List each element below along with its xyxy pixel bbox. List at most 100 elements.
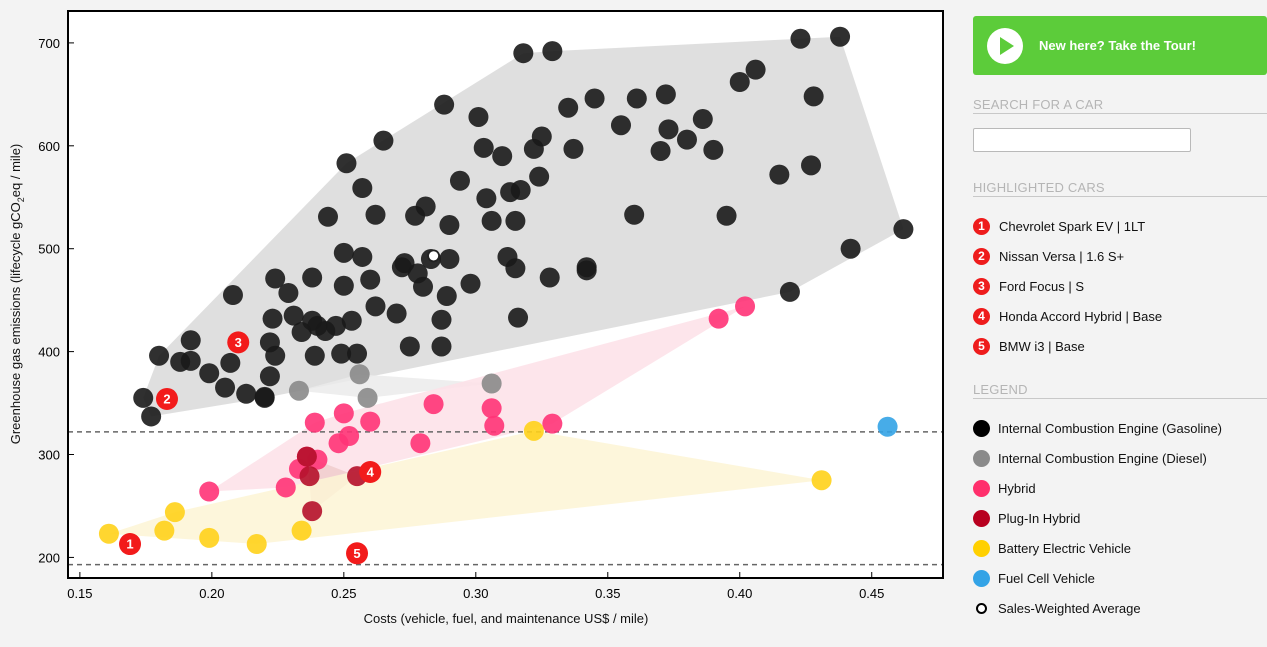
data-point[interactable] [531,126,552,147]
data-point[interactable] [399,336,420,357]
data-point[interactable] [360,269,381,290]
data-point[interactable] [180,330,201,351]
data-point[interactable] [333,242,354,263]
data-point[interactable] [365,204,386,225]
data-point[interactable] [352,177,373,198]
data-point[interactable] [584,88,605,109]
data-point[interactable] [341,310,362,331]
data-point[interactable] [610,115,631,136]
data-point[interactable] [481,398,502,419]
data-point[interactable] [259,366,280,387]
data-point[interactable] [333,403,354,424]
data-point[interactable] [365,296,386,317]
data-point[interactable] [133,387,154,408]
data-point[interactable] [542,413,563,434]
data-point[interactable] [703,139,724,160]
data-point[interactable] [529,166,550,187]
data-point[interactable] [304,345,325,366]
search-car-input[interactable] [973,128,1191,152]
data-point[interactable] [317,206,338,227]
data-point[interactable] [347,343,368,364]
data-point[interactable] [357,387,378,408]
data-point[interactable] [415,196,436,217]
highlighted-point[interactable]: 5 [346,542,369,565]
data-point[interactable] [655,84,676,105]
data-point[interactable] [423,394,444,415]
data-point[interactable] [436,286,457,307]
data-point[interactable] [199,481,220,502]
data-point[interactable] [473,137,494,158]
data-point[interactable] [735,296,756,317]
data-point[interactable] [716,205,737,226]
data-point[interactable] [877,416,898,437]
data-point[interactable] [523,420,544,441]
data-point[interactable] [508,307,529,328]
data-point[interactable] [434,94,455,115]
data-point[interactable] [154,520,175,541]
data-point[interactable] [484,415,505,436]
data-point[interactable] [215,377,236,398]
data-point[interactable] [98,523,119,544]
data-point[interactable] [626,88,647,109]
data-point[interactable] [164,502,185,523]
legend-item[interactable]: Internal Combustion Engine (Gasoline) [973,413,1222,443]
data-point[interactable] [481,373,502,394]
data-point[interactable] [339,425,360,446]
data-point[interactable] [254,387,275,408]
data-point[interactable] [141,406,162,427]
data-point[interactable] [333,275,354,296]
data-point[interactable] [199,527,220,548]
data-point[interactable] [410,433,431,454]
data-point[interactable] [830,26,851,47]
data-point[interactable] [220,352,241,373]
data-point[interactable] [288,380,309,401]
data-point[interactable] [180,350,201,371]
data-point[interactable] [729,72,750,93]
data-point[interactable] [513,43,534,64]
highlighted-point[interactable]: 2 [155,387,178,410]
data-point[interactable] [692,109,713,130]
data-point[interactable] [349,364,370,385]
data-point[interactable] [542,41,563,62]
data-point[interactable] [199,363,220,384]
legend-item[interactable]: Internal Combustion Engine (Diesel) [973,443,1222,473]
data-point[interactable] [468,106,489,127]
data-point[interactable] [386,303,407,324]
data-point[interactable] [278,282,299,303]
data-point[interactable] [803,86,824,107]
data-point[interactable] [624,204,645,225]
data-point[interactable] [563,138,584,159]
data-point[interactable] [745,59,766,80]
legend-item[interactable]: Fuel Cell Vehicle [973,563,1222,593]
data-point[interactable] [769,164,790,185]
data-point[interactable] [296,446,317,467]
data-point[interactable] [299,466,320,487]
data-point[interactable] [291,520,312,541]
take-tour-button[interactable]: New here? Take the Tour! [973,16,1267,75]
legend-item[interactable]: Battery Electric Vehicle [973,533,1222,563]
data-point[interactable] [658,119,679,140]
highlighted-car-item[interactable]: 2 Nissan Versa | 1.6 S+ [973,241,1162,271]
highlighted-car-item[interactable]: 3 Ford Focus | S [973,271,1162,301]
data-point[interactable] [576,260,597,281]
data-point[interactable] [431,336,452,357]
data-point[interactable] [676,129,697,150]
data-point[interactable] [439,248,460,269]
highlighted-point[interactable]: 3 [227,331,250,354]
data-point[interactable] [510,180,531,201]
highlighted-car-item[interactable]: 1 Chevrolet Spark EV | 1LT [973,211,1162,241]
data-point[interactable] [492,146,513,167]
data-point[interactable] [449,170,470,191]
data-point[interactable] [304,412,325,433]
data-point[interactable] [431,309,452,330]
data-point[interactable] [336,153,357,174]
data-point[interactable] [558,97,579,118]
data-point[interactable] [811,470,832,491]
data-point[interactable] [439,215,460,236]
data-point[interactable] [360,411,381,432]
data-point[interactable] [302,501,323,522]
data-point[interactable] [352,246,373,267]
data-point[interactable] [275,477,296,498]
legend-item[interactable]: Sales-Weighted Average [973,593,1222,623]
legend-item[interactable]: Plug-In Hybrid [973,503,1222,533]
